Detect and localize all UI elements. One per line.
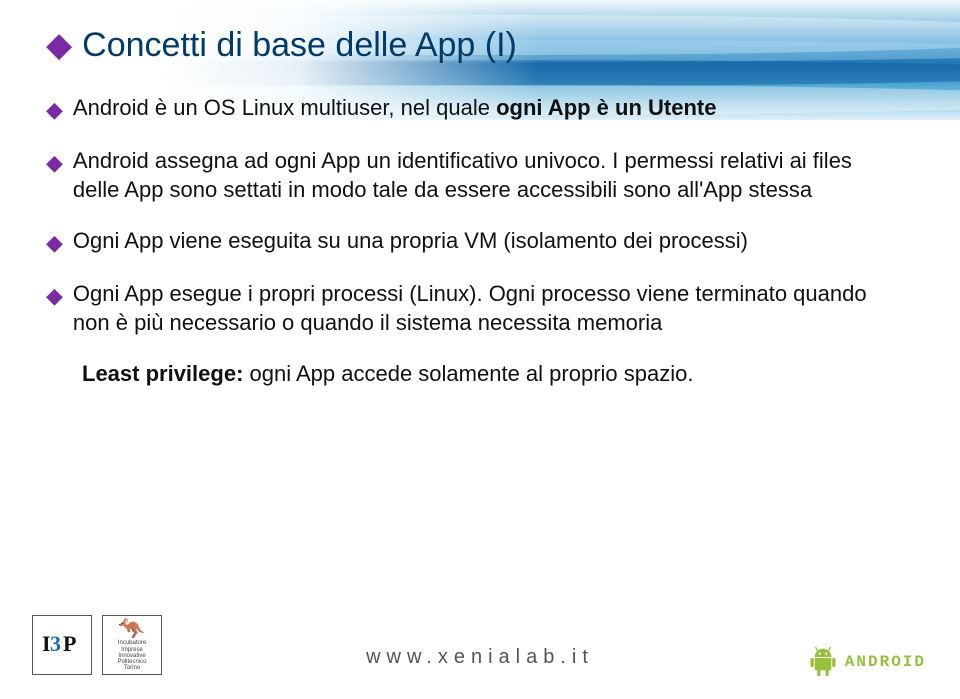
diamond-bullet-icon: ◆	[46, 95, 63, 124]
bullet-item: ◆ Ogni App viene eseguita su una propria…	[46, 226, 900, 257]
kangaroo-icon: 🦘	[118, 618, 145, 640]
bullet-text: Ogni App esegue i propri processi (Linux…	[73, 279, 900, 337]
diamond-bullet-icon: ◆	[46, 28, 72, 62]
diamond-bullet-icon: ◆	[46, 228, 63, 257]
diamond-bullet-icon: ◆	[46, 148, 63, 177]
bullet-item: ◆ Ogni App esegue i propri processi (Lin…	[46, 279, 900, 337]
slide: ◆ Concetti di base delle App (I) ◆ Andro…	[0, 0, 960, 699]
bullet-text: Android è un OS Linux multiuser, nel qua…	[73, 93, 717, 122]
bullet-item: ◆ Android assegna ad ogni App un identif…	[46, 146, 900, 204]
logo-line: Torino	[124, 665, 140, 671]
text-run: ogni App accede solamente al proprio spa…	[243, 361, 693, 386]
slide-title: Concetti di base delle App (I)	[82, 26, 517, 65]
bullet-text: Ogni App viene eseguita su una propria V…	[73, 226, 748, 255]
bullet-item-indented: Least privilege: ogni App accede solamen…	[82, 359, 900, 388]
incubator-logo: 🦘 Incubatore Imprese Innovative Politecn…	[102, 615, 162, 675]
bullet-text: Least privilege: ogni App accede solamen…	[82, 359, 693, 388]
diamond-bullet-icon: ◆	[46, 281, 63, 310]
svg-text:3: 3	[50, 631, 61, 656]
i3p-logo-icon: I 3 P	[40, 627, 84, 663]
content-area: ◆ Android è un OS Linux multiuser, nel q…	[46, 93, 900, 388]
bullet-text: Android assegna ad ogni App un identific…	[73, 146, 900, 204]
android-wordmark: ANDROID	[845, 653, 926, 671]
svg-text:P: P	[63, 631, 76, 656]
footer-url: www.xenialab.it	[366, 646, 594, 669]
bullet-item: ◆ Android è un OS Linux multiuser, nel q…	[46, 93, 900, 124]
text-strong: Least privilege:	[82, 361, 243, 386]
android-robot-icon	[809, 647, 837, 677]
android-logo: ANDROID	[809, 647, 926, 677]
title-row: ◆ Concetti di base delle App (I)	[46, 26, 517, 65]
text-run: Android è un OS Linux multiuser, nel qua…	[73, 95, 496, 120]
footer-logos: I 3 P 🦘 Incubatore Imprese Innovative Po…	[32, 615, 162, 675]
text-strong: ogni App è un Utente	[496, 95, 716, 120]
i3p-logo: I 3 P	[32, 615, 92, 675]
